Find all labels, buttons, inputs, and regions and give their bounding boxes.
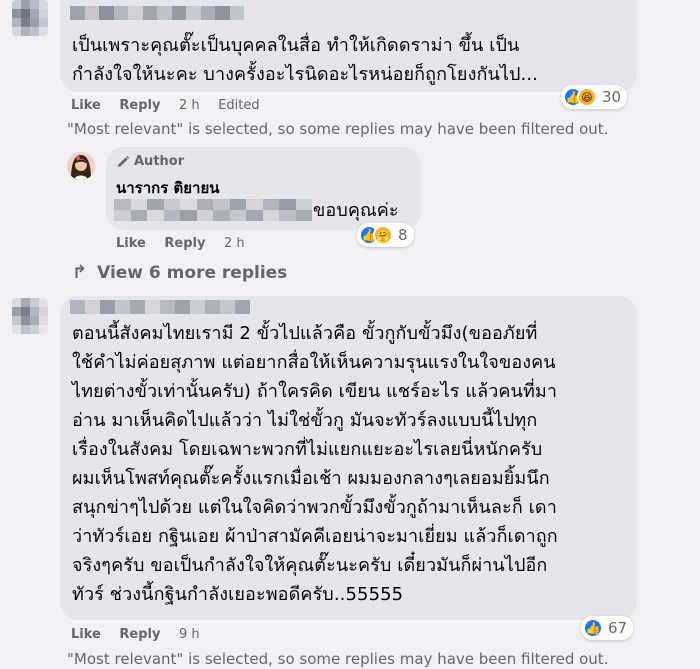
- reaction-summary[interactable]: 👍 🤗 8: [357, 223, 414, 247]
- reaction-count: 8: [398, 226, 408, 244]
- comment-text-line: จริงๆครับ ขอเป็นกำลังใจให้คุณตั๊ะนะครับ …: [72, 555, 548, 576]
- mentioned-name-censored[interactable]: [114, 199, 312, 221]
- timestamp[interactable]: 2 h: [179, 98, 200, 113]
- comment-text-line: ทัวร์ ช่วงนี้กฐินกำลังเยอะพอดีครับ..5555…: [72, 584, 404, 605]
- pencil-icon: [118, 155, 130, 167]
- reaction-summary[interactable]: 👍 😆 30: [561, 85, 628, 109]
- timestamp[interactable]: 2 h: [224, 236, 245, 251]
- haha-reaction-icon: 😆: [577, 87, 597, 107]
- author-badge-label: Author: [134, 154, 185, 169]
- reply-arrow-icon: ↰: [72, 262, 88, 283]
- comment-text-line: ผมเห็นโพสท์คุณตั๊ะครั้งแรกเมื่อเช้า ผมมอ…: [72, 468, 550, 489]
- comment-text-line: เรื่องในสังคม โดยเฉพาะพวกที่ไม่แยกแยะอะไ…: [72, 439, 543, 460]
- author-avatar[interactable]: [67, 152, 95, 180]
- care-reaction-icon: 🤗: [373, 225, 393, 245]
- comment-bubble: ตอนนี้สังคมไทยเรามี 2 ขั้วไปแล้วคือ ขั้ว…: [60, 296, 637, 620]
- commenter-name-censored[interactable]: [70, 300, 250, 314]
- edited-label: Edited: [218, 98, 260, 113]
- comment-text-line: สนุกข่าๆไปด้วย แต่ในใจคิดว่าพวกขั้วมึงขั…: [72, 497, 557, 518]
- comment-text-line: ตอนนี้สังคมไทยเรามี 2 ขั้วไปแล้วคือ ขั้ว…: [72, 323, 538, 344]
- reply-actions: Like Reply 2 h: [116, 236, 259, 251]
- filter-note: "Most relevant" is selected, so some rep…: [67, 120, 609, 138]
- comment-bubble: เป็นเพราะคุณตั๊ะเป็นบุคคลในสื่อ ทำให้เกิ…: [60, 0, 637, 92]
- reaction-summary[interactable]: 👍 67: [581, 616, 634, 640]
- reply-button[interactable]: Reply: [164, 236, 205, 251]
- reaction-count: 30: [602, 88, 622, 106]
- author-badge: Author: [116, 154, 184, 169]
- like-reaction-icon: 👍: [583, 618, 603, 638]
- author-avatar-image: [67, 152, 95, 180]
- like-button[interactable]: Like: [71, 98, 101, 113]
- filter-note: "Most relevant" is selected, so some rep…: [67, 650, 609, 668]
- comment-actions: Like Reply 9 h: [71, 627, 214, 642]
- view-more-replies-label: View 6 more replies: [97, 262, 288, 283]
- comment-text-line: อ่าน มาเห็นคิดไปแล้วว่า ไม่ใช่ขั้วกู มัน…: [72, 410, 538, 431]
- comment-text-line: กำลังใจให้นะคะ บางครั้งอะไรนิดอะไรหน่อยก…: [72, 64, 539, 85]
- comment-actions: Like Reply 2 h Edited: [71, 98, 274, 113]
- timestamp[interactable]: 9 h: [179, 627, 200, 642]
- author-name[interactable]: นารากร ติยายน: [116, 176, 220, 200]
- reply-button[interactable]: Reply: [119, 98, 160, 113]
- reply-text: ขอบคุณค่ะ: [313, 200, 399, 221]
- reply-bubble: Author นารากร ติยายน ขอบคุณค่ะ: [106, 147, 421, 230]
- avatar-censored[interactable]: [12, 298, 48, 334]
- avatar-censored[interactable]: [12, 0, 48, 36]
- like-button[interactable]: Like: [71, 627, 101, 642]
- like-button[interactable]: Like: [116, 236, 146, 251]
- comment-text-line: ว่าทัวร์เอย กฐินเอย ผ้าป่าสามัคคีเอยน่าจ…: [72, 526, 558, 547]
- view-more-replies-button[interactable]: ↰ View 6 more replies: [72, 262, 287, 283]
- comment-text-line: ใช้คำไม่ค่อยสุภาพ แต่อยากสื่อให้เห็นความ…: [72, 352, 556, 373]
- comment-text-line: เป็นเพราะคุณตั๊ะเป็นบุคคลในสื่อ ทำให้เกิ…: [72, 35, 520, 56]
- commenter-name-censored[interactable]: [70, 6, 244, 20]
- comment-text-line: ไทยต่างขั้วเท่านั้นครับ) ถ้าใครคิด เขียน…: [72, 381, 558, 402]
- reply-button[interactable]: Reply: [119, 627, 160, 642]
- reaction-count: 67: [608, 619, 628, 637]
